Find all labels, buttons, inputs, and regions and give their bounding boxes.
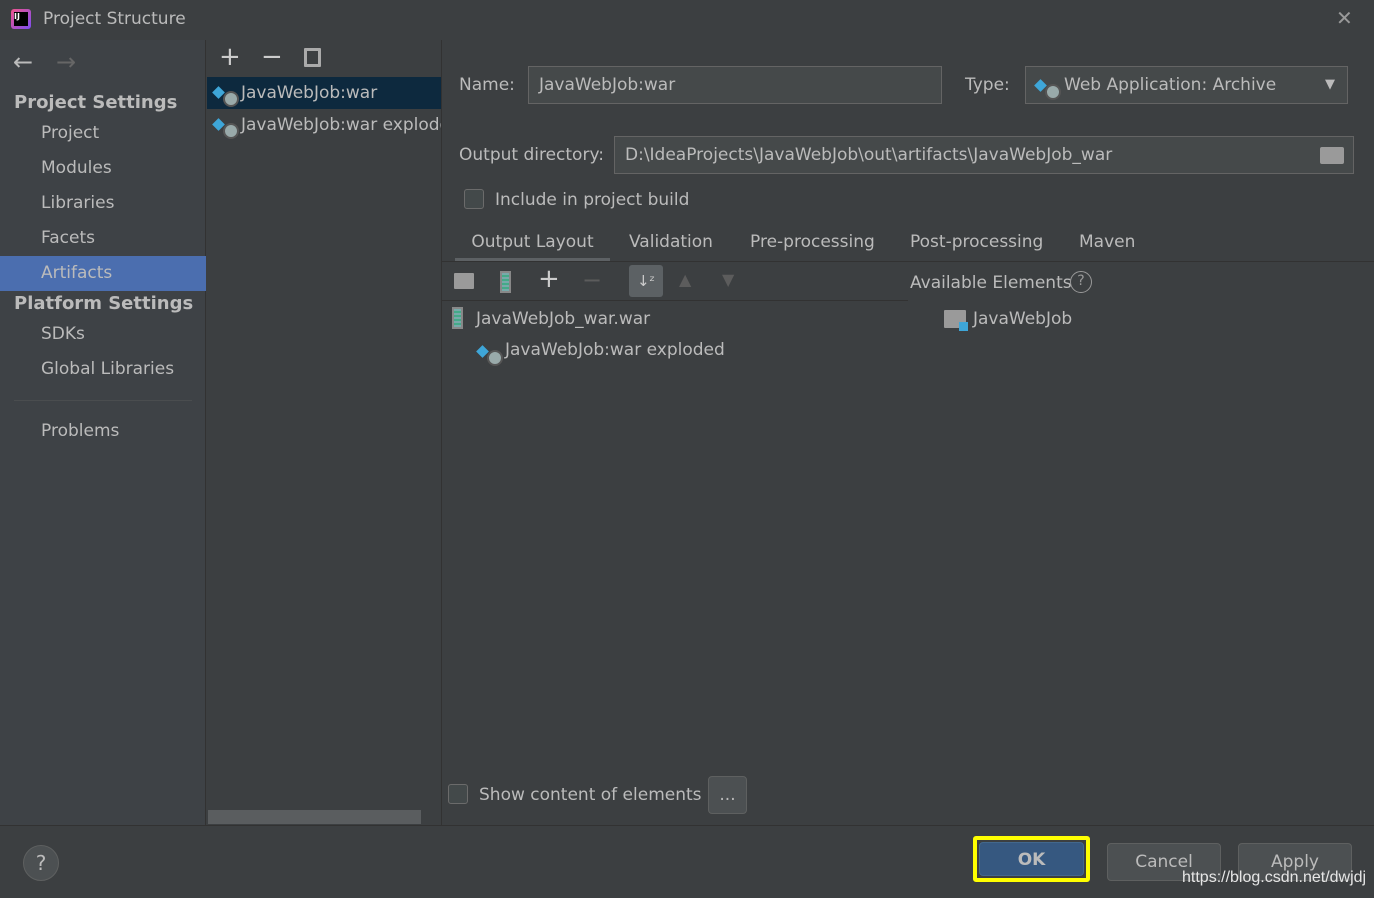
sidebar-item-project[interactable]: Project [0,116,206,151]
web-artifact-icon [477,340,503,366]
move-up-icon[interactable]: ▲ [679,270,691,289]
web-artifact-icon [213,81,239,107]
ok-button[interactable]: OK [979,842,1084,876]
name-input[interactable]: JavaWebJob:war [528,66,942,104]
sidebar-item-artifacts[interactable]: Artifacts [0,256,206,291]
type-dropdown[interactable]: Web Application: Archive ▼ [1025,66,1348,104]
war-archive-icon [452,307,463,329]
include-in-build-checkbox[interactable] [464,189,484,209]
remove-icon[interactable]: − [582,266,602,294]
divider [0,825,1374,826]
show-content-checkbox[interactable] [448,784,468,804]
platform-settings-heading: Platform Settings [14,293,194,314]
tab-post-processing[interactable]: Post-processing [910,228,1043,262]
more-options-button[interactable]: ... [708,776,747,814]
type-value: Web Application: Archive [1064,75,1277,95]
divider [14,400,192,401]
new-folder-icon[interactable] [454,273,474,289]
type-label: Type: [965,75,1010,95]
output-directory-label: Output directory: [459,145,604,165]
sidebar-item-global-libraries[interactable]: Global Libraries [0,352,206,387]
sidebar-item-modules[interactable]: Modules [0,151,206,186]
output-directory-input[interactable]: D:\IdeaProjects\JavaWebJob\out\artifacts… [614,136,1354,174]
forward-arrow-icon[interactable]: → [56,48,76,76]
move-down-icon[interactable]: ▼ [722,270,734,289]
artifact-list-item[interactable]: JavaWebJob:war exploded [207,109,442,141]
help-button[interactable]: ? [23,845,59,881]
watermark: https://blog.csdn.net/dwjdj [1182,869,1367,886]
add-icon[interactable]: + [219,42,241,72]
sidebar-item-problems[interactable]: Problems [0,414,206,449]
back-arrow-icon[interactable]: ← [13,48,33,76]
sidebar-item-sdks[interactable]: SDKs [0,317,206,352]
help-icon[interactable]: ? [1070,271,1092,293]
tree-item-war[interactable]: JavaWebJob_war.war [476,309,650,329]
artifact-label: JavaWebJob:war [241,83,378,103]
tree-item-exploded[interactable]: JavaWebJob:war exploded [505,340,725,360]
add-dropdown-icon[interactable]: + [538,264,560,294]
divider [442,261,1374,262]
include-in-build-label: Include in project build [495,190,690,210]
chevron-down-icon: ▼ [1325,77,1335,92]
divider [442,300,908,301]
project-settings-heading: Project Settings [14,92,178,113]
remove-icon[interactable]: − [261,42,283,72]
sidebar-item-libraries[interactable]: Libraries [0,186,206,221]
sort-alpha-icon[interactable]: ↓ᶻ [629,265,663,297]
web-artifact-icon [213,113,239,139]
sidebar-item-facets[interactable]: Facets [0,221,206,256]
title-bar: IJ Project Structure ✕ [0,0,1374,40]
archive-icon[interactable] [500,271,511,293]
artifact-list-item[interactable]: JavaWebJob:war [207,77,441,109]
tab-pre-processing[interactable]: Pre-processing [750,228,875,262]
intellij-logo-icon: IJ [11,9,31,29]
web-artifact-icon [1035,74,1061,100]
name-label: Name: [459,75,515,95]
close-icon[interactable]: ✕ [1336,6,1353,30]
show-content-label: Show content of elements [479,785,702,805]
folder-open-icon[interactable] [1320,147,1344,164]
window-title: Project Structure [43,9,186,29]
tab-output-layout[interactable]: Output Layout [455,228,610,262]
horizontal-scrollbar[interactable] [208,810,421,824]
artifacts-list-panel: + − JavaWebJob:war JavaWebJob:war explod… [207,40,442,825]
tab-maven[interactable]: Maven [1079,228,1135,262]
tab-validation[interactable]: Validation [629,228,713,262]
available-item[interactable]: JavaWebJob [973,309,1072,329]
available-elements-heading: Available Elements [910,273,1072,293]
sidebar: ← → Project Settings Project Modules Lib… [0,40,206,825]
copy-icon[interactable] [304,48,321,67]
artifact-label: JavaWebJob:war exploded [241,115,442,135]
module-folder-icon [944,310,968,331]
